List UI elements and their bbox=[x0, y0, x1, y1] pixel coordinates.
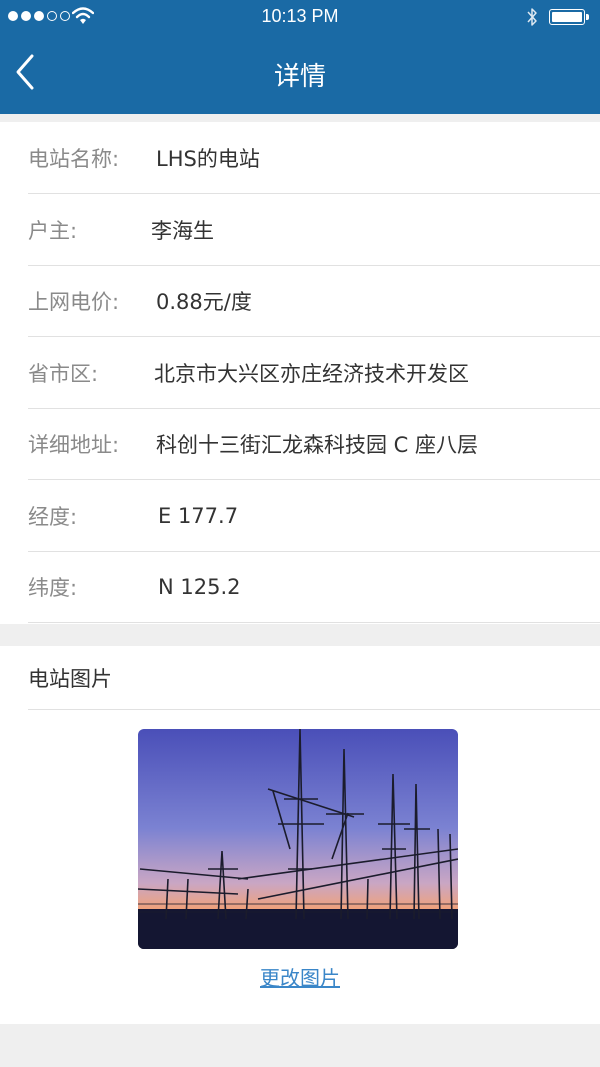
detail-label: 经度: bbox=[28, 504, 78, 529]
power-tower-image bbox=[138, 729, 458, 949]
header: 10:13 PM 详情 bbox=[0, 0, 600, 114]
detail-row-price: 上网电价: 0.88元/度 bbox=[28, 265, 600, 337]
detail-value: 北京市大兴区亦庄经济技术开发区 bbox=[154, 361, 469, 386]
battery-icon bbox=[549, 9, 589, 25]
detail-value: 李海生 bbox=[151, 218, 214, 243]
detail-value: 0.88元/度 bbox=[156, 289, 252, 314]
photo-section-heading: 电站图片 bbox=[28, 646, 600, 710]
station-photo[interactable] bbox=[138, 729, 458, 949]
detail-label: 纬度: bbox=[28, 575, 78, 600]
detail-value: LHS的电站 bbox=[156, 146, 260, 171]
detail-label: 电站名称: bbox=[28, 146, 120, 171]
detail-label: 详细地址: bbox=[28, 432, 120, 457]
detail-row-region: 省市区: 北京市大兴区亦庄经济技术开发区 bbox=[28, 337, 600, 409]
detail-value: N 125.2 bbox=[158, 574, 241, 599]
detail-label: 省市区: bbox=[28, 361, 99, 386]
status-bar: 10:13 PM bbox=[0, 0, 600, 34]
detail-label: 上网电价: bbox=[28, 289, 120, 314]
detail-value: 科创十三街汇龙森科技园 C 座八层 bbox=[156, 432, 479, 457]
detail-value: E 177.7 bbox=[158, 503, 239, 528]
detail-label: 户主: bbox=[28, 218, 78, 243]
station-info-card: 电站名称: LHS的电站 户主: 李海生 上网电价: 0.88元/度 省市区: … bbox=[0, 122, 600, 624]
detail-row-owner: 户主: 李海生 bbox=[28, 194, 600, 266]
detail-row-address: 详细地址: 科创十三街汇龙森科技园 C 座八层 bbox=[28, 408, 600, 480]
detail-row-latitude: 纬度: N 125.2 bbox=[28, 551, 600, 623]
detail-row-longitude: 经度: E 177.7 bbox=[28, 480, 600, 552]
nav-bar: 详情 bbox=[0, 34, 600, 114]
clock: 10:13 PM bbox=[261, 6, 339, 26]
detail-row-station-name: 电站名称: LHS的电站 bbox=[28, 122, 600, 194]
page-title: 详情 bbox=[273, 62, 326, 92]
bluetooth-icon bbox=[527, 8, 537, 26]
station-photo-card: 电站图片 更改图片 bbox=[0, 646, 600, 1024]
change-photo-link[interactable]: 更改图片 bbox=[0, 962, 600, 991]
